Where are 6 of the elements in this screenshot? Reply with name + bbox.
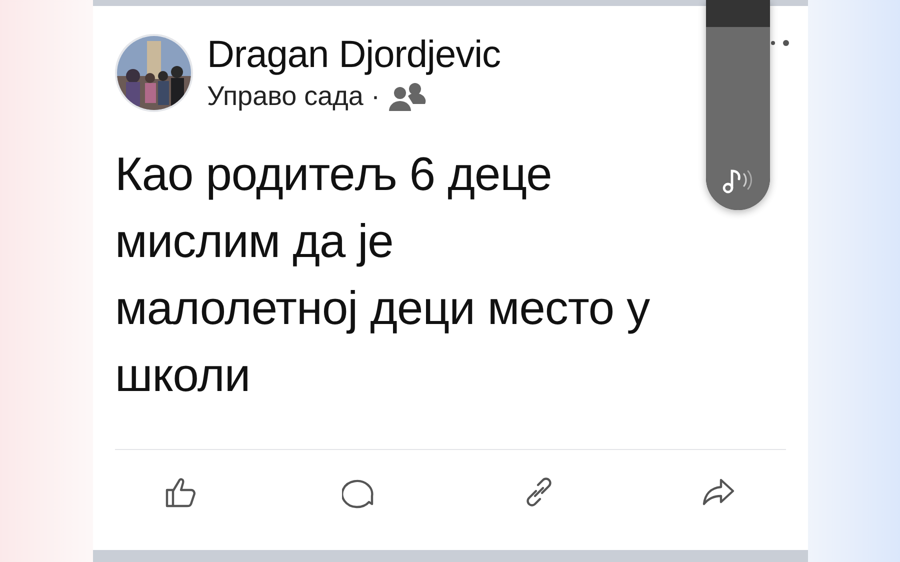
author-name[interactable]: Dragan Djordjevic: [207, 34, 501, 77]
volume-slider[interactable]: [706, 0, 770, 210]
more-icon[interactable]: [768, 38, 792, 48]
post-time: Управо сада ·: [207, 81, 380, 112]
post-text: Као родитељ 6 деце мислим да је малолетној деци место у школи: [115, 146, 650, 403]
friends-icon: [388, 82, 426, 112]
